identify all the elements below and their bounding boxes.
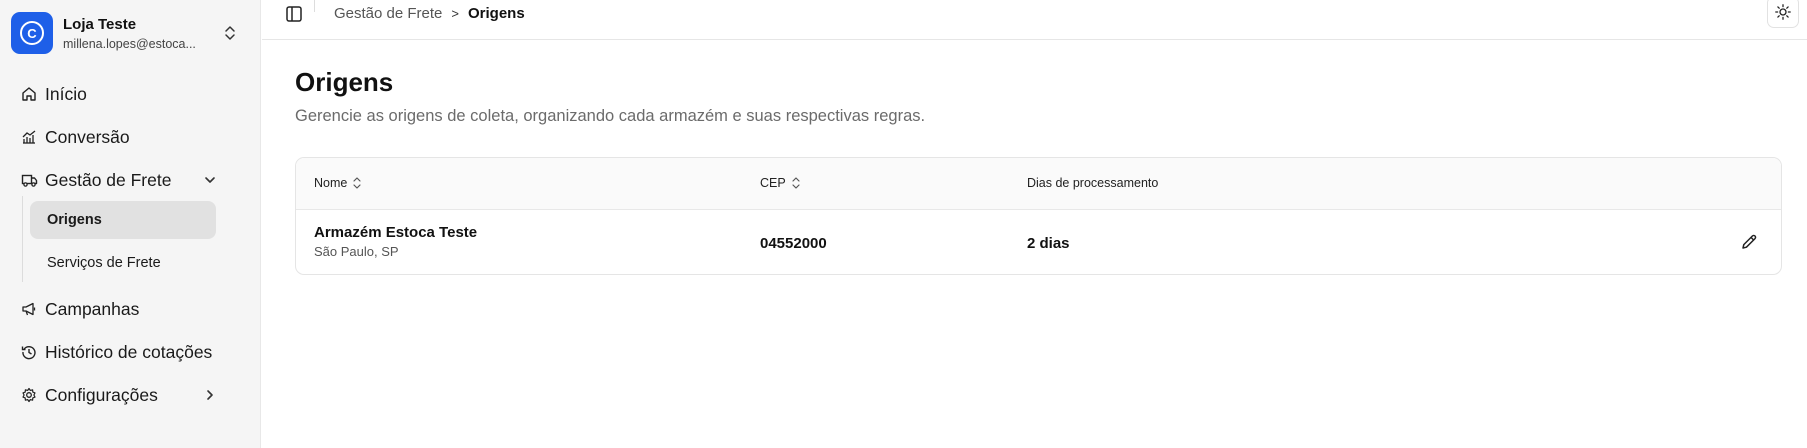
sidebar-subitem-servicos-frete[interactable]: Serviços de Frete xyxy=(30,244,216,282)
origin-name-cell: Armazém Estoca Teste São Paulo, SP xyxy=(314,224,477,259)
pencil-icon[interactable] xyxy=(1739,232,1759,252)
megaphone-icon xyxy=(20,300,38,318)
column-label: Nome xyxy=(314,176,348,190)
sidebar-item-conversao[interactable]: Conversão xyxy=(12,119,227,155)
origin-location: São Paulo, SP xyxy=(314,244,399,259)
column-label: Dias de processamento xyxy=(1027,176,1159,190)
column-header-cep[interactable]: CEP xyxy=(760,176,801,190)
home-icon xyxy=(20,85,38,103)
store-name: Loja Teste xyxy=(63,15,137,33)
store-initial: C xyxy=(20,21,44,45)
sidebar: C Loja Teste millena.lopes@estoca... Iní… xyxy=(0,0,261,448)
sidebar-subitem-label: Origens xyxy=(47,212,102,228)
chevrons-up-down-icon xyxy=(225,26,235,40)
table-row[interactable]: Armazém Estoca Teste São Paulo, SP 04552… xyxy=(296,210,1781,274)
column-header-nome[interactable]: Nome xyxy=(314,176,362,190)
submenu-guide-line xyxy=(22,196,23,282)
sun-icon xyxy=(1775,4,1791,20)
chevron-down-icon xyxy=(205,177,215,183)
sidebar-item-label: Configurações xyxy=(45,384,158,405)
page-subtitle: Gerencie as origens de coleta, organizan… xyxy=(295,107,926,125)
store-email: millena.lopes@estoca... xyxy=(63,36,196,51)
settings-icon xyxy=(20,386,38,404)
sidebar-item-historico[interactable]: Histórico de cotações xyxy=(12,334,227,370)
origin-name: Armazém Estoca Teste xyxy=(314,224,478,241)
sidebar-toggle-icon[interactable] xyxy=(284,4,304,24)
sidebar-item-label: Campanhas xyxy=(45,298,140,319)
column-label: CEP xyxy=(760,176,786,190)
sort-icon xyxy=(353,177,361,189)
history-icon xyxy=(20,343,38,361)
theme-toggle-button[interactable] xyxy=(1767,0,1799,28)
breadcrumb-current: Origens xyxy=(468,5,525,22)
page-title: Origens xyxy=(295,67,394,97)
chart-icon xyxy=(20,128,38,146)
sidebar-item-label: Histórico de cotações xyxy=(45,341,213,362)
chevron-right-icon xyxy=(207,390,213,400)
sidebar-item-label: Conversão xyxy=(45,126,130,147)
table-header: Nome CEP Dias de processamento xyxy=(296,158,1781,210)
sidebar-subitem-origens[interactable]: Origens xyxy=(30,201,216,239)
breadcrumb-parent[interactable]: Gestão de Frete xyxy=(334,5,442,22)
top-bar: Gestão de Frete > Origens xyxy=(262,0,1807,40)
sidebar-subitem-label: Serviços de Frete xyxy=(47,255,161,271)
sidebar-item-label: Início xyxy=(45,83,87,104)
origins-table: Nome CEP Dias de processamento Armazém E… xyxy=(295,157,1782,275)
breadcrumb-separator: > xyxy=(451,6,459,21)
truck-icon xyxy=(20,171,38,189)
sidebar-item-configuracoes[interactable]: Configurações xyxy=(12,377,227,413)
sidebar-item-campanhas[interactable]: Campanhas xyxy=(12,291,227,327)
sidebar-item-label: Gestão de Frete xyxy=(45,169,172,190)
sort-icon xyxy=(792,177,800,189)
toolbar-divider xyxy=(314,0,315,12)
origin-cep: 04552000 xyxy=(760,235,827,252)
breadcrumb: Gestão de Frete > Origens xyxy=(334,5,525,22)
sidebar-item-gestao-frete[interactable]: Gestão de Frete xyxy=(12,162,227,198)
origin-dias: 2 dias xyxy=(1027,235,1070,252)
column-header-dias: Dias de processamento xyxy=(1027,176,1158,190)
store-logo: C xyxy=(11,12,53,54)
store-switcher[interactable]: C Loja Teste millena.lopes@estoca... xyxy=(11,11,239,55)
sidebar-item-inicio[interactable]: Início xyxy=(12,76,227,112)
